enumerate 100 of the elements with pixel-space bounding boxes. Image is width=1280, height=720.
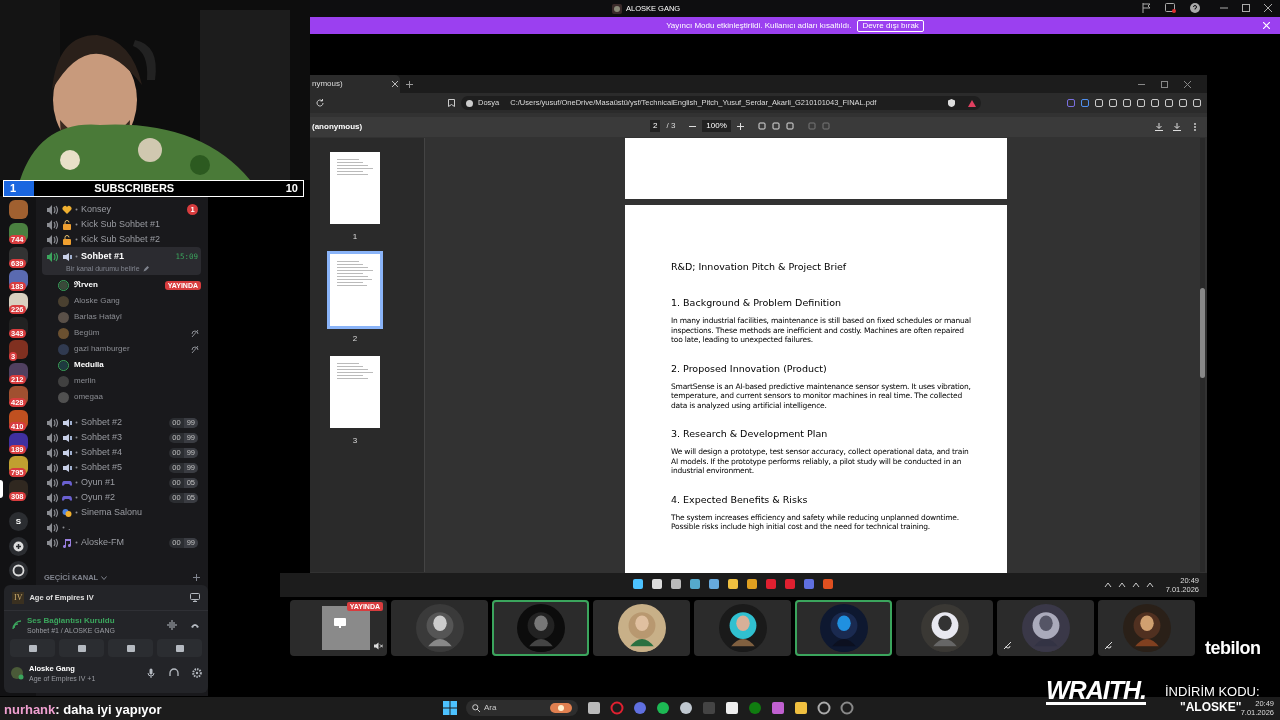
triangle-icon[interactable] <box>968 99 976 107</box>
zoom-field[interactable]: 100% <box>702 120 731 132</box>
shield-icon[interactable] <box>948 99 955 107</box>
member-name[interactable]: merlin <box>74 376 96 386</box>
waveform-icon[interactable] <box>167 620 177 630</box>
participant-tile[interactable] <box>997 600 1094 656</box>
padlock-icon <box>62 219 72 230</box>
goal-current: 1 <box>10 181 17 197</box>
chevron-down-icon[interactable] <box>101 575 108 580</box>
page-number-field[interactable]: 2 <box>650 120 661 132</box>
avatar-icon <box>58 359 69 371</box>
screen-share-button[interactable] <box>59 639 104 657</box>
channel-name[interactable]: Kick Sub Sohbet #1 <box>81 219 161 230</box>
headphones-icon[interactable] <box>169 668 179 678</box>
zoom-in-icon[interactable] <box>736 122 744 130</box>
server-icon[interactable] <box>9 246 28 266</box>
avatar-icon <box>58 343 69 355</box>
server-icon[interactable] <box>9 433 28 452</box>
avatar-icon <box>58 295 69 307</box>
page-thumbnail[interactable] <box>327 251 383 329</box>
grid-button[interactable] <box>108 639 153 657</box>
page-thumbnail[interactable] <box>327 149 383 227</box>
compass-icon[interactable] <box>9 561 28 580</box>
channel-name[interactable]: Oyun #1 <box>81 477 116 488</box>
browser-tab[interactable]: nymous) <box>310 75 400 93</box>
plus-icon[interactable] <box>193 574 200 582</box>
member-name[interactable]: ℜrven <box>74 280 98 290</box>
chevron-up-icon[interactable] <box>1103 581 1112 589</box>
member-name[interactable]: gazi hamburger <box>74 344 130 354</box>
participant-tile[interactable] <box>896 600 993 656</box>
folder-icon[interactable] <box>794 701 808 715</box>
server-icon[interactable] <box>9 269 28 289</box>
channel-name[interactable]: Kick Sub Sohbet #2 <box>81 234 161 245</box>
channel-name[interactable]: Aloske-FM <box>81 537 124 548</box>
maximize-icon[interactable] <box>1161 80 1168 88</box>
channel-name[interactable]: Sohbet #5 <box>81 462 123 473</box>
server-icon[interactable] <box>9 316 28 336</box>
start-icon[interactable] <box>632 578 644 590</box>
server-icon[interactable]: S <box>9 512 28 531</box>
server-icon[interactable] <box>9 479 28 499</box>
channel-name[interactable]: Sohbet #1 <box>81 251 124 262</box>
voice-status: Ses Bağlantısı Kuruldu <box>27 615 115 626</box>
speaker-off-icon[interactable] <box>374 642 383 650</box>
reload-icon[interactable] <box>316 99 324 107</box>
member-name[interactable]: Medulla <box>74 360 104 370</box>
participant-tile[interactable] <box>1098 600 1195 656</box>
member-name[interactable]: Aloske Gang <box>74 296 120 306</box>
window-icon[interactable] <box>587 701 601 715</box>
participant-tile[interactable] <box>795 600 892 656</box>
dot-icon <box>75 511 78 514</box>
channel-name[interactable]: Sohbet #4 <box>81 447 123 458</box>
avatar-icon <box>58 375 69 387</box>
music-note-icon <box>62 537 72 548</box>
participant-tile[interactable] <box>593 600 690 656</box>
folder-icon[interactable] <box>727 578 739 590</box>
participant-tile[interactable] <box>391 600 488 656</box>
download-icon[interactable] <box>1155 123 1163 131</box>
add-server-icon[interactable] <box>9 537 28 556</box>
search-field[interactable]: Ara <box>466 700 578 716</box>
more-icon[interactable] <box>1191 123 1199 131</box>
member-name[interactable]: Barlas Hatâyî <box>74 312 123 322</box>
server-icon[interactable] <box>9 409 28 429</box>
sparkle-button[interactable] <box>157 639 202 657</box>
close-icon[interactable] <box>1264 4 1272 12</box>
maximize-icon[interactable] <box>1242 4 1250 12</box>
member-name[interactable]: Begüm <box>74 328 100 338</box>
pencil-icon[interactable] <box>142 265 149 272</box>
new-tab-icon[interactable] <box>406 80 413 88</box>
bookmark-icon[interactable] <box>448 99 455 107</box>
channel-name[interactable]: . <box>68 522 71 533</box>
flag-icon[interactable] <box>1141 3 1151 13</box>
channel-name[interactable]: Sohbet #2 <box>81 417 123 428</box>
help-icon[interactable] <box>1190 3 1200 13</box>
settings-icon[interactable] <box>192 668 202 678</box>
participant-tile[interactable] <box>492 600 589 656</box>
server-icon[interactable] <box>9 339 28 359</box>
channel-name[interactable]: Oyun #2 <box>81 492 116 503</box>
scrollbar-thumb[interactable] <box>1200 288 1205 378</box>
camera-off-button[interactable] <box>10 639 55 657</box>
window-icon[interactable] <box>670 578 682 590</box>
participant-tile[interactable] <box>694 600 791 656</box>
hang-up-icon[interactable] <box>190 621 200 629</box>
goal-target: 10 <box>285 181 298 197</box>
speaker-icon <box>62 462 72 473</box>
info-icon <box>466 99 473 107</box>
disable-button[interactable]: Devre dışı bırak <box>857 19 924 32</box>
discount-code: "ALOSKE" <box>1180 699 1242 714</box>
channel-name[interactable]: Sohbet #3 <box>81 432 123 443</box>
start-icon[interactable] <box>443 701 457 715</box>
close-icon[interactable] <box>1184 80 1191 88</box>
channel-name[interactable]: Sinema Salonu <box>81 507 143 518</box>
circle-app-icon[interactable] <box>817 701 831 715</box>
member-name[interactable]: omegaa <box>74 392 103 402</box>
search-icon[interactable] <box>651 578 663 590</box>
colorful-app-icon[interactable] <box>771 701 785 715</box>
page-thumbnail[interactable] <box>327 353 383 431</box>
minimize-icon[interactable] <box>1220 4 1228 12</box>
sponsor-product-text: WRAITH. <box>1046 678 1146 705</box>
channel-name[interactable]: Konsey <box>81 204 112 215</box>
screen-record-icon[interactable] <box>1165 3 1176 13</box>
